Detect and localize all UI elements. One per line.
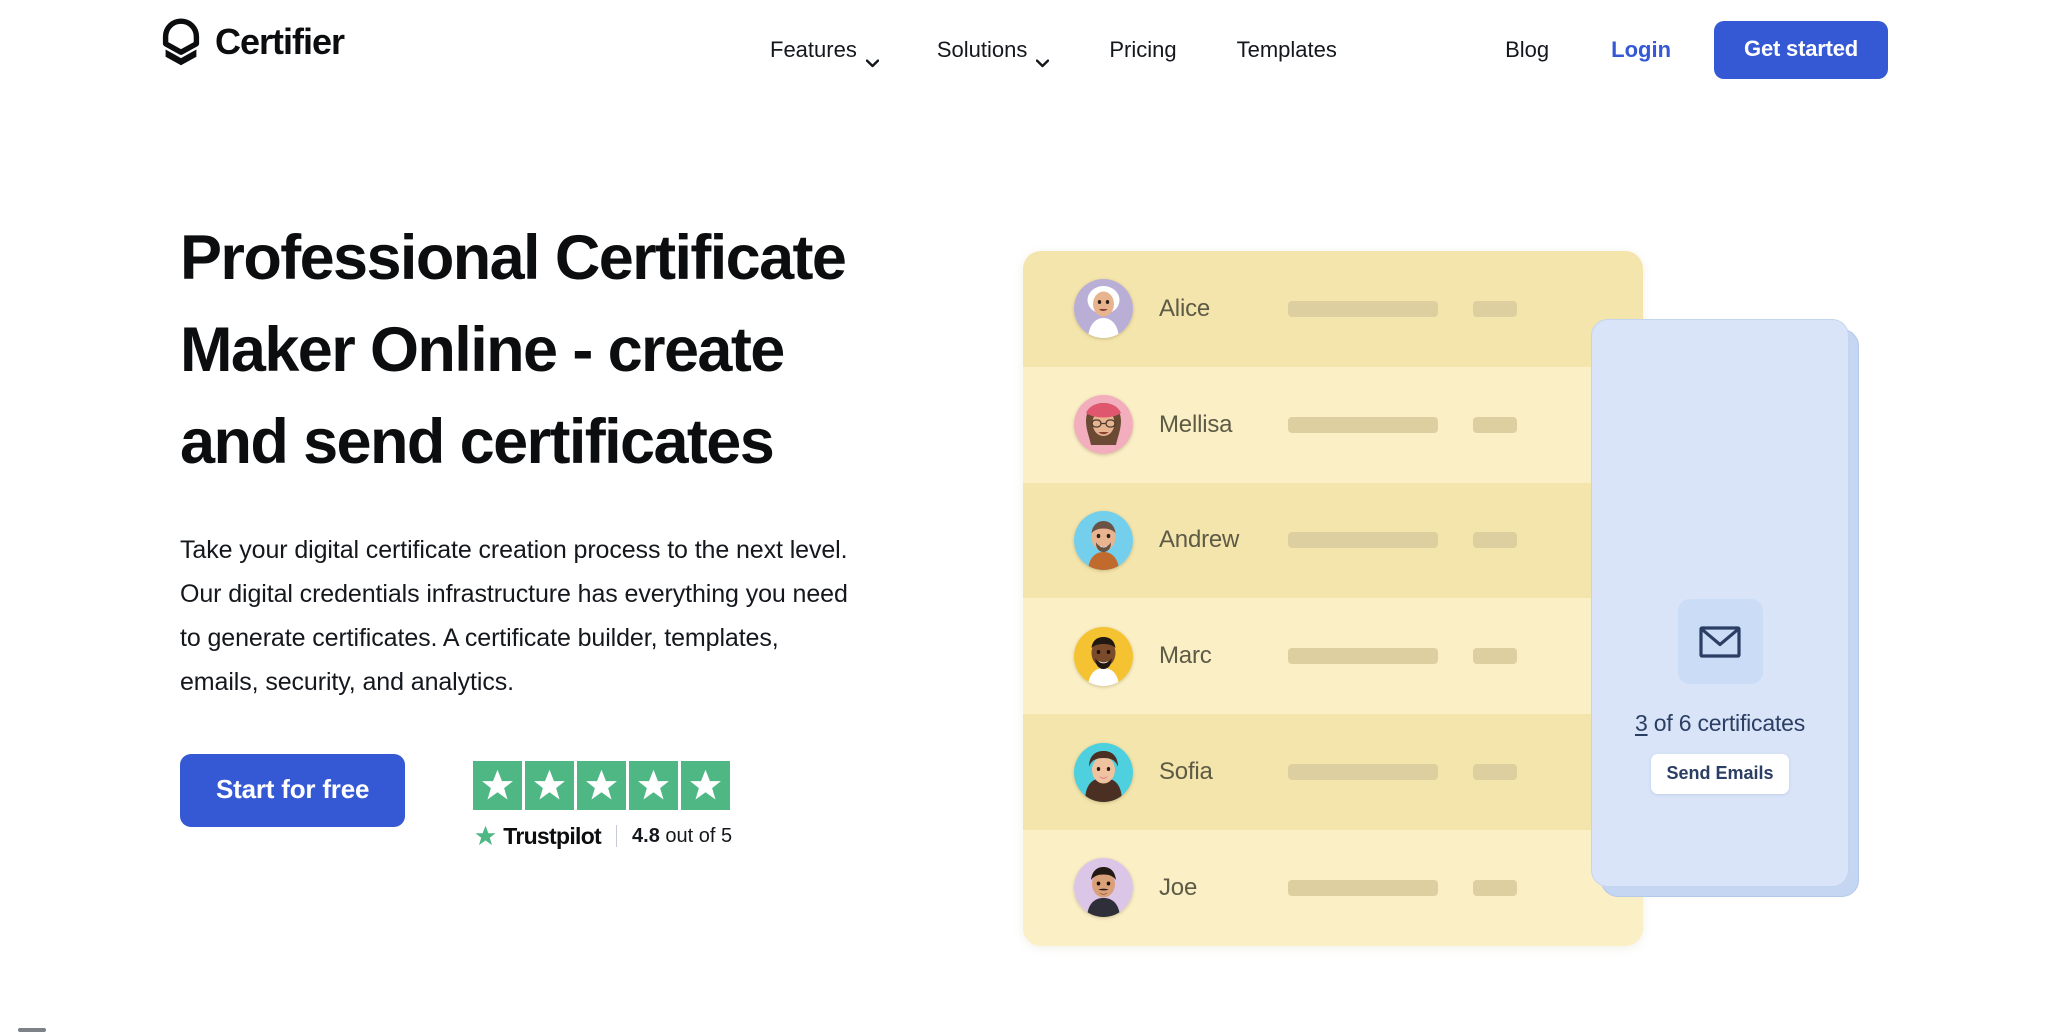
skeleton-bar-long (1288, 764, 1438, 780)
skeleton-bar-long (1288, 532, 1438, 548)
nav-item-features[interactable]: Features (770, 37, 879, 63)
trustpilot-score: 4.8 out of 5 (632, 825, 732, 848)
hero-description: Take your digital certificate creation p… (180, 528, 860, 704)
scroll-indicator[interactable] (18, 1028, 46, 1032)
main-navigation: Features Solutions Pricing (770, 0, 1337, 100)
star-icon (681, 761, 730, 810)
hero-illustration: Alice (1023, 251, 1643, 946)
certificate-count: 3 of 6 certificates (1635, 710, 1805, 737)
trustpilot-star-icon (473, 824, 498, 848)
recipient-name: Mellisa (1159, 411, 1267, 439)
start-for-free-button[interactable]: Start for free (180, 754, 405, 827)
hero-content: Professional Certificate Maker Online - … (180, 212, 900, 849)
trustpilot-footer: Trustpilot 4.8 out of 5 (473, 823, 732, 849)
recipient-name: Sofia (1159, 758, 1267, 786)
list-item[interactable]: Andrew (1023, 483, 1643, 599)
avatar (1074, 858, 1133, 917)
trustpilot-logo: Trustpilot (473, 823, 601, 850)
nav-item-pricing[interactable]: Pricing (1109, 37, 1176, 63)
trustpilot-wordmark: Trustpilot (503, 823, 601, 850)
chevron-down-icon (1036, 48, 1049, 57)
skeleton-bar-short (1473, 417, 1517, 433)
skeleton-bar-short (1473, 880, 1517, 896)
star-icon (577, 761, 626, 810)
skeleton-bar-long (1288, 417, 1438, 433)
email-panel-front: 3 of 6 certificates Send Emails (1591, 319, 1849, 887)
list-item[interactable]: Sofia (1023, 714, 1643, 830)
list-item[interactable]: Alice (1023, 251, 1643, 367)
page-title: Professional Certificate Maker Online - … (180, 212, 900, 488)
skeleton-bar-long (1288, 880, 1438, 896)
certifier-shield-chevron-logo-icon (160, 18, 202, 66)
email-panel: 3 of 6 certificates Send Emails (1591, 319, 1861, 897)
list-item[interactable]: Mellisa (1023, 367, 1643, 483)
trustpilot-score-suffix: out of 5 (665, 825, 732, 847)
avatar (1074, 511, 1133, 570)
recipient-name: Marc (1159, 642, 1267, 670)
brand-logo[interactable]: Certifier (160, 18, 344, 66)
nav-label: Templates (1237, 37, 1337, 63)
list-item[interactable]: Joe (1023, 830, 1643, 946)
skeleton-bar-short (1473, 764, 1517, 780)
nav-label: Features (770, 37, 857, 63)
avatar (1074, 627, 1133, 686)
skeleton-bar-short (1473, 532, 1517, 548)
get-started-button[interactable]: Get started (1714, 21, 1888, 79)
skeleton-bar-long (1288, 301, 1438, 317)
certificate-count-total: of 6 certificates (1648, 710, 1805, 736)
list-item[interactable]: Marc (1023, 598, 1643, 714)
site-header: Certifier Features Solutions (0, 0, 2048, 100)
header-actions: Blog Login Get started (1505, 0, 1888, 100)
recipient-name: Joe (1159, 874, 1267, 902)
nav-item-templates[interactable]: Templates (1237, 37, 1337, 63)
hero-page: Certifier Features Solutions (0, 0, 2048, 1036)
skeleton-bar-long (1288, 648, 1438, 664)
send-emails-button[interactable]: Send Emails (1651, 754, 1788, 794)
star-icon (525, 761, 574, 810)
trustpilot-score-value: 4.8 (632, 825, 660, 847)
star-icon (473, 761, 522, 810)
chevron-down-icon (866, 48, 879, 57)
nav-item-solutions[interactable]: Solutions (937, 37, 1050, 63)
avatar (1074, 743, 1133, 802)
brand-name: Certifier (215, 24, 344, 60)
skeleton-bar-short (1473, 648, 1517, 664)
recipient-name: Alice (1159, 295, 1267, 323)
skeleton-bar-short (1473, 301, 1517, 317)
nav-label: Solutions (937, 37, 1028, 63)
hero-cta-row: Start for free (180, 754, 900, 849)
recipient-name: Andrew (1159, 526, 1267, 554)
envelope-icon (1695, 617, 1745, 667)
star-icon (629, 761, 678, 810)
recipients-list-card: Alice (1023, 251, 1643, 946)
trustpilot-star-rating (473, 761, 732, 810)
login-link[interactable]: Login (1611, 37, 1671, 63)
nav-label: Pricing (1109, 37, 1176, 63)
divider (616, 825, 617, 847)
avatar (1074, 395, 1133, 454)
nav-item-blog[interactable]: Blog (1505, 37, 1549, 63)
avatar (1074, 279, 1133, 338)
certificate-count-selected: 3 (1635, 710, 1648, 736)
trustpilot-widget[interactable]: Trustpilot 4.8 out of 5 (473, 754, 732, 849)
envelope-icon-tile (1678, 599, 1763, 684)
